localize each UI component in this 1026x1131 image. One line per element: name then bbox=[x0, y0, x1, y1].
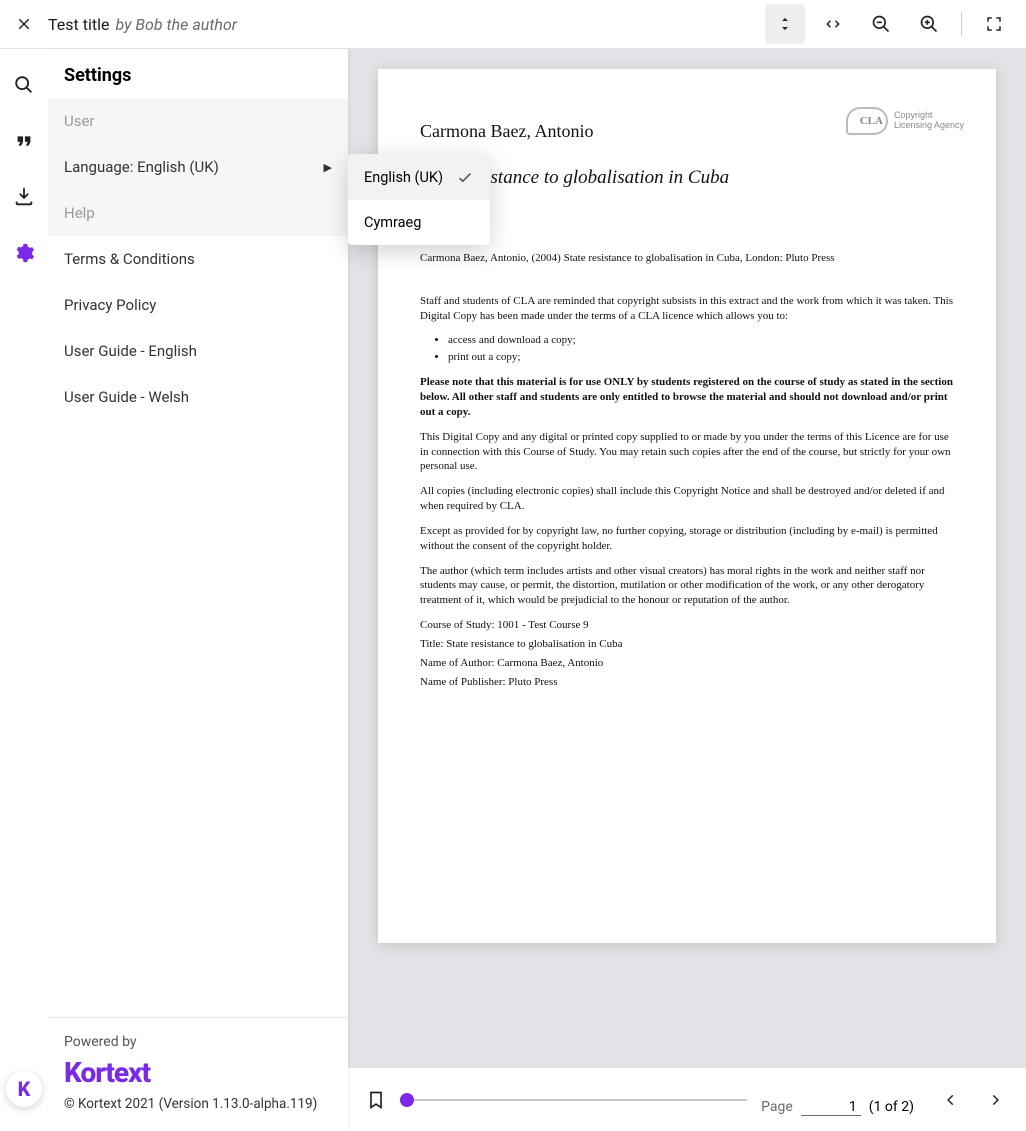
settings-footer: Powered by Kortext © Kortext 2021 (Versi… bbox=[48, 1017, 348, 1131]
settings-panel: Settings User Language: English (UK) ▶ H… bbox=[48, 49, 348, 1131]
doc-citation: Carmona Baez, Antonio, (2004) State resi… bbox=[420, 251, 954, 266]
document-title-block: Test title by Bob the author bbox=[48, 15, 237, 34]
rail-settings-button[interactable] bbox=[4, 233, 44, 273]
rail-citation-button[interactable] bbox=[4, 121, 44, 161]
page-nav: Page 1 (1 of 2) bbox=[761, 1084, 1008, 1116]
doc-notice: Please note that this material is for us… bbox=[420, 375, 954, 420]
doc-intro: Staff and students of CLA are reminded t… bbox=[420, 294, 954, 324]
doc-meta: Course of Study: 1001 - Test Course 9 Ti… bbox=[420, 618, 954, 689]
doc-para-b: All copies (including electronic copies)… bbox=[420, 484, 954, 514]
page-info: Page 1 (1 of 2) bbox=[761, 1099, 914, 1116]
document-byline: by Bob the author bbox=[115, 15, 237, 34]
menu-item-privacy[interactable]: Privacy Policy bbox=[48, 282, 348, 328]
next-page-button[interactable] bbox=[982, 1084, 1008, 1116]
settings-heading: Settings bbox=[48, 49, 348, 98]
menu-item-help: Help bbox=[48, 190, 348, 236]
slider-track bbox=[400, 1099, 747, 1101]
page-total: (1 of 2) bbox=[869, 1099, 914, 1115]
menu-item-terms[interactable]: Terms & Conditions bbox=[48, 236, 348, 282]
check-icon bbox=[456, 168, 474, 186]
left-rail: K bbox=[0, 49, 48, 1131]
spread-mode-button[interactable] bbox=[813, 4, 853, 44]
doc-para-d: The author (which term includes artists … bbox=[420, 564, 954, 609]
toolbar-divider bbox=[961, 12, 962, 36]
document-title: Test title bbox=[48, 15, 109, 34]
rail-download-button[interactable] bbox=[4, 177, 44, 217]
brand-name: Kortext bbox=[64, 1056, 332, 1089]
close-button[interactable] bbox=[12, 12, 36, 36]
doc-bullets: access and download a copy; print out a … bbox=[448, 333, 954, 365]
settings-menu: User Language: English (UK) ▶ Help Terms… bbox=[48, 98, 348, 1017]
doc-title: State resistance to globalisation in Cub… bbox=[420, 165, 954, 191]
slider-thumb[interactable] bbox=[400, 1093, 414, 1107]
language-flyout: English (UK) Cymraeg bbox=[348, 154, 490, 245]
copyright-text: © Kortext 2021 (Version 1.13.0-alpha.119… bbox=[64, 1095, 332, 1115]
page-slider[interactable] bbox=[400, 1088, 747, 1112]
zoom-out-button[interactable] bbox=[861, 4, 901, 44]
menu-item-user: User bbox=[48, 98, 348, 144]
rail-search-button[interactable] bbox=[4, 65, 44, 105]
menu-item-guide-en[interactable]: User Guide - English bbox=[48, 328, 348, 374]
bookmark-button[interactable] bbox=[366, 1089, 386, 1111]
top-bar: Test title by Bob the author bbox=[0, 0, 1026, 49]
bottom-bar: Page 1 (1 of 2) bbox=[348, 1067, 1026, 1131]
top-actions bbox=[765, 4, 1014, 44]
doc-para-c: Except as provided for by copyright law,… bbox=[420, 524, 954, 554]
powered-by-label: Powered by bbox=[64, 1034, 332, 1050]
kortext-badge[interactable]: K bbox=[6, 1071, 42, 1107]
prev-page-button[interactable] bbox=[938, 1084, 964, 1116]
chevron-right-icon: ▶ bbox=[324, 161, 332, 174]
lang-option-cy[interactable]: Cymraeg bbox=[348, 200, 490, 245]
lang-option-en[interactable]: English (UK) bbox=[348, 154, 490, 200]
menu-item-guide-cy[interactable]: User Guide - Welsh bbox=[48, 374, 348, 420]
fullscreen-button[interactable] bbox=[974, 4, 1014, 44]
menu-item-language[interactable]: Language: English (UK) ▶ bbox=[48, 144, 348, 190]
zoom-in-button[interactable] bbox=[909, 4, 949, 44]
page-current[interactable]: 1 bbox=[801, 1099, 861, 1116]
doc-para-a: This Digital Copy and any digital or pri… bbox=[420, 430, 954, 475]
cla-logo: CLA Copyright Licensing Agency bbox=[846, 107, 964, 135]
page-label: Page bbox=[761, 1099, 793, 1115]
scroll-mode-button[interactable] bbox=[765, 4, 805, 44]
